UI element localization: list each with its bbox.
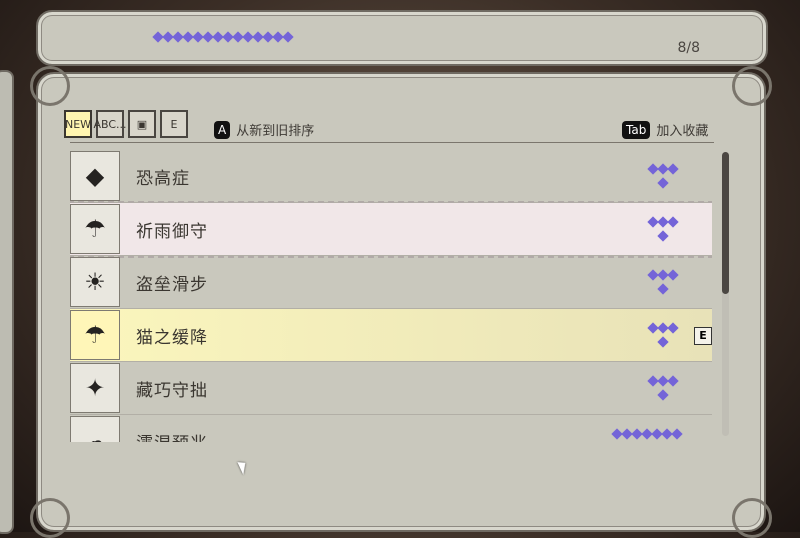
skill-row[interactable]: ☀ 盗垒滑步 [70, 256, 712, 309]
corner-ornament-icon [732, 66, 772, 106]
skill-name: 盗垒滑步 [136, 274, 208, 295]
cat-raindrop-icon: ☁ [70, 416, 120, 442]
skill-row[interactable]: ✦ 藏巧守拙 [70, 362, 712, 415]
skill-name: 祈雨御守 [136, 221, 208, 242]
skill-row-equipped[interactable]: ☂ 猫之缓降 E [70, 309, 712, 362]
rarity-rating-icon [646, 374, 680, 402]
equipped-filter-icon: E [170, 117, 178, 131]
new-filter-tab[interactable]: NEW [64, 110, 92, 138]
a-key-icon: A [214, 120, 231, 139]
favorite-label: 加入收藏 [656, 124, 709, 139]
abc-filter-tab[interactable]: ABC... [93, 110, 127, 138]
box-category-icon: ▣ [136, 117, 148, 131]
corner-ornament-icon [30, 498, 70, 538]
cat-dizzy-icon: ✦ [70, 363, 120, 413]
cat-float-gem-icon: ◆ [70, 151, 120, 201]
new-sparkle-icon: NEW [64, 117, 92, 131]
abc-sort-icon: ABC... [93, 117, 127, 131]
sort-label: 从新到旧排序 [236, 124, 315, 139]
filter-tabs: NEW ABC... ▣ E [64, 110, 188, 138]
cat-rain-charm-icon: ☂ [70, 204, 120, 254]
purple-diamond-crest-icon [148, 24, 298, 50]
left-panel-edge [0, 70, 14, 534]
skill-name: 猫之缓降 [136, 327, 208, 348]
rarity-rating-icon [646, 162, 680, 190]
page-indicator: 8/8 [677, 40, 700, 56]
rarity-rating-icon [646, 215, 680, 243]
top-header-panel: 8/8 [36, 10, 768, 66]
equipped-marker: E [694, 327, 712, 345]
corner-ornament-icon [732, 498, 772, 538]
skill-row-selected[interactable]: ☂ 祈雨御守 [70, 201, 712, 258]
skill-list: ◆ 恐高症 ☂ 祈雨御守 ☀ 盗垒滑步 ☂ 猫之缓降 E ✦ 藏巧守拙 ☁ 濡湿… [70, 150, 712, 442]
skill-name: 恐高症 [136, 168, 190, 189]
sort-order-control[interactable]: A 从新到旧排序 [214, 120, 314, 139]
equipped-filter-tab[interactable]: E [160, 110, 188, 138]
rarity-rating-icon [646, 321, 680, 349]
skill-row[interactable]: ☁ 濡湿预兆 [70, 415, 712, 442]
skill-name: 藏巧守拙 [136, 380, 208, 401]
rarity-rating-icon [611, 427, 683, 442]
list-scrollbar[interactable] [722, 152, 729, 436]
rarity-rating-icon [646, 268, 680, 296]
skill-row[interactable]: ◆ 恐高症 [70, 150, 712, 203]
scrollbar-thumb[interactable] [722, 152, 729, 294]
cat-sliding-icon: ☀ [70, 257, 120, 307]
list-divider [70, 142, 714, 143]
corner-ornament-icon [30, 66, 70, 106]
category-filter-tab[interactable]: ▣ [128, 110, 156, 138]
favorite-control[interactable]: Tab 加入收藏 [622, 120, 708, 139]
cat-umbrella-icon: ☂ [70, 310, 120, 360]
tab-key-icon: Tab [622, 120, 651, 139]
